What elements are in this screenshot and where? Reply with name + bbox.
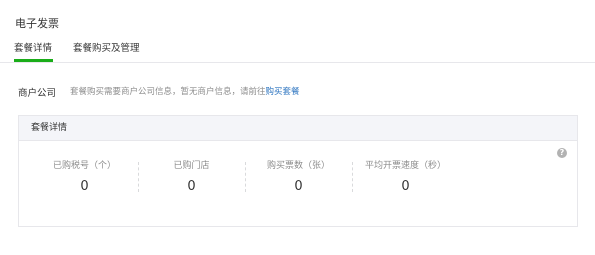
stat-label: 已购税号（个） — [52, 161, 116, 171]
buy-package-link[interactable]: 购买套餐 — [266, 87, 300, 97]
tab-bar: 套餐详情 套餐购买及管理 — [0, 38, 595, 63]
stat-speed: 平均开票速度（秒） 0 — [352, 160, 459, 194]
stat-value: 0 — [187, 179, 196, 194]
package-details-panel: 套餐详情 ? 已购税号（个） 0 已购门店 0 购买票数（张） 0 平均开票速度… — [18, 115, 578, 227]
merchant-row: 商户公司 套餐购买需要商户公司信息，暂无商户信息，请前往购买套餐 — [18, 85, 300, 99]
stat-tickets: 购买票数（张） 0 — [245, 160, 352, 194]
stat-value: 0 — [294, 179, 303, 194]
merchant-label: 商户公司 — [18, 88, 57, 99]
tab-package-details[interactable]: 套餐详情 — [14, 38, 53, 62]
page-title: 电子发票 — [15, 17, 59, 30]
panel-title: 套餐详情 — [19, 116, 577, 141]
stats-row: 已购税号（个） 0 已购门店 0 购买票数（张） 0 平均开票速度（秒） 0 — [19, 160, 447, 200]
tab-package-purchase[interactable]: 套餐购买及管理 — [73, 38, 140, 62]
question-circle-icon[interactable]: ? — [557, 148, 567, 158]
stat-label: 平均开票速度（秒） — [364, 161, 446, 171]
stat-value: 0 — [401, 179, 410, 194]
stat-stores: 已购门店 0 — [138, 160, 245, 194]
stat-value: 0 — [80, 179, 89, 194]
merchant-info: 套餐购买需要商户公司信息，暂无商户信息，请前往购买套餐 — [70, 85, 300, 97]
merchant-notice: 套餐购买需要商户公司信息，暂无商户信息，请前往 — [70, 87, 266, 97]
stat-label: 购买票数（张） — [266, 161, 330, 171]
stat-tax-ids: 已购税号（个） 0 — [31, 160, 138, 194]
stat-label: 已购门店 — [173, 161, 210, 171]
